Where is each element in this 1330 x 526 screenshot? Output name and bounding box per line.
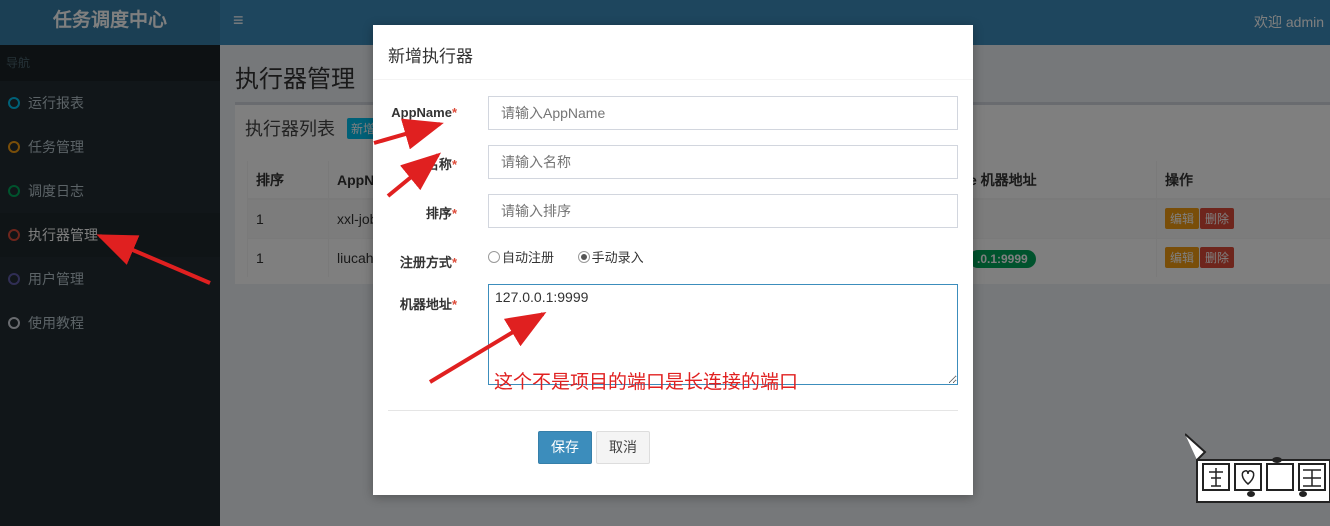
modal-title: 新增执行器: [373, 25, 973, 80]
name-label: 名称*: [425, 157, 457, 172]
appname-label: AppName*: [391, 105, 457, 120]
radio-checked-icon[interactable]: [577, 251, 590, 263]
register-type-radio-group: 自动注册 手动录入: [488, 247, 644, 266]
modal-divider: [388, 410, 958, 411]
radio-unchecked-icon[interactable]: [488, 251, 500, 263]
cartoon-sticker-icon: [1185, 433, 1330, 503]
name-input[interactable]: [488, 145, 958, 179]
add-executor-modal: 新增执行器 AppName* 名称* 排序* 注册方式* 自动注册 手动录入 机…: [373, 25, 973, 495]
cancel-button[interactable]: 取消: [596, 431, 650, 464]
address-label: 机器地址*: [399, 297, 457, 312]
save-button[interactable]: 保存: [538, 431, 592, 464]
order-input[interactable]: [488, 194, 958, 228]
annotation-text: 这个不是项目的端口是长连接的端口: [494, 371, 799, 393]
radio-auto[interactable]: 自动注册: [488, 250, 554, 265]
appname-input[interactable]: [488, 96, 958, 130]
radio-manual[interactable]: 手动录入: [577, 250, 644, 265]
register-type-label: 注册方式*: [399, 255, 457, 270]
order-label: 排序*: [425, 206, 457, 221]
